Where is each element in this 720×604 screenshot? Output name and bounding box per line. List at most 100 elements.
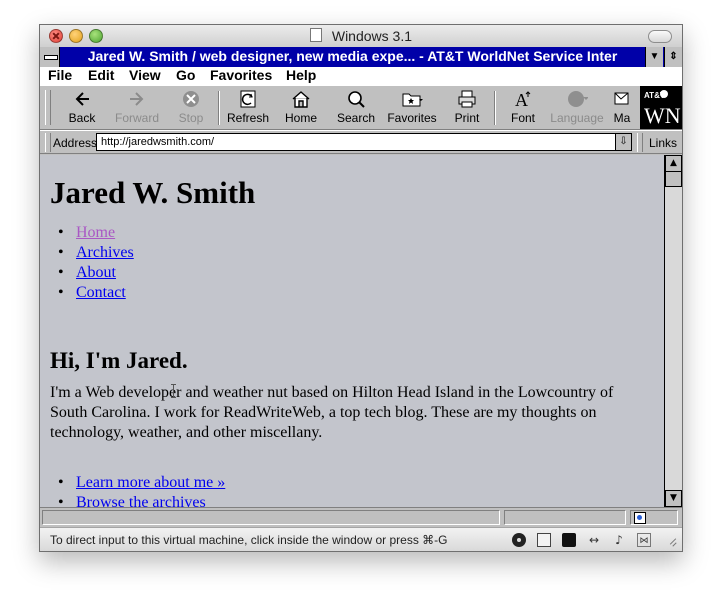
more-link-item: • Browse the archives [58,493,225,507]
toolbar-separator [218,91,220,125]
scroll-up-button[interactable]: ▲ [665,155,682,172]
favorites-label: Favorites [387,111,437,125]
language-label: Language [550,111,604,125]
search-icon [348,91,365,108]
usb-device-icon[interactable] [562,533,576,547]
print-icon [458,90,476,108]
svg-text:A: A [515,90,528,109]
menu-edit[interactable]: Edit [88,67,114,83]
site-title: Jared W. Smith [50,175,256,210]
address-bar: Address http://jaredwsmith.com/ ⇩ Links [40,130,682,154]
security-zone-pane [630,510,678,525]
language-globe-icon [568,91,588,107]
nav-link-contact[interactable]: Contact [76,284,126,301]
stop-label: Stop [178,111,204,125]
document-icon [309,28,322,42]
menu-file[interactable]: File [48,67,72,83]
favorites-icon [402,93,423,107]
list-bullet: • [58,264,64,281]
menu-view[interactable]: View [129,67,161,83]
font-label: Font [510,111,535,125]
stop-button[interactable]: Stop [164,89,218,127]
internet-zone-icon [634,512,646,524]
address-dropdown-button[interactable]: ⇩ [615,134,631,150]
worldnet-brand-large: WN [644,103,681,128]
virtual-machine-window: Windows 3.1 Jared W. Smith / web designe… [39,24,683,552]
scroll-down-button[interactable]: ▼ [665,490,682,507]
font-icon: A [515,90,531,109]
links-bar-handle[interactable] [637,133,643,152]
toolbar-toggle-button[interactable] [648,30,672,43]
scroll-thumb[interactable] [665,171,682,187]
cd-drive-icon[interactable] [512,533,526,547]
browser-restore-button[interactable]: ⇕ [664,47,682,67]
nav-item-contact: • Contact [58,283,134,303]
address-input[interactable]: http://jaredwsmith.com/ [96,133,632,151]
status-message-pane [42,510,500,525]
web-page-content: Jared W. Smith • Home • Archives • About • C… [40,155,664,507]
print-label: Print [454,111,480,125]
list-bullet: • [58,224,64,241]
att-worldnet-logo: AT&T WN [640,86,682,129]
favorites-button[interactable]: Favorites [385,89,439,127]
back-arrow-icon [75,92,89,106]
language-button[interactable]: Language [550,89,604,127]
nav-link-about[interactable]: About [76,264,116,281]
shared-folders-icon[interactable]: ⋈ [637,533,651,547]
links-button[interactable]: Links [649,136,677,150]
browser-menu-bar: File Edit View Go Favorites Help [40,67,682,87]
back-button[interactable]: Back [55,89,109,127]
search-button[interactable]: Search [329,89,383,127]
floppy-disk-icon[interactable] [537,533,551,547]
status-progress-pane [504,510,626,525]
site-navigation: • Home • Archives • About • Contact [58,223,134,303]
print-button[interactable]: Print [440,89,494,127]
address-label: Address [53,136,98,150]
forward-button[interactable]: Forward [110,89,164,127]
more-links-list: • Learn more about me » • Browse the archi… [58,473,225,507]
back-label: Back [68,111,96,125]
mail-button[interactable]: Ma [605,89,639,127]
more-link-item: • Learn more about me » [58,473,225,493]
font-button[interactable]: A Font [496,89,550,127]
intro-paragraph: I'm a Web developer and weather nut base… [50,384,614,441]
refresh-button[interactable]: Refresh [221,89,275,127]
system-menu-button[interactable] [40,47,60,67]
mail-label: Ma [613,111,631,125]
menu-help[interactable]: Help [286,67,316,83]
home-button[interactable]: Home [274,89,328,127]
nav-item-home: • Home [58,223,134,243]
home-icon [292,91,310,108]
nav-link-home[interactable]: Home [76,224,115,241]
browser-caption-bar: Jared W. Smith / web designer, new media… [40,47,682,67]
mac-window-title-wrap: Windows 3.1 [40,28,682,44]
refresh-icon [240,90,256,108]
forward-label: Forward [114,111,159,125]
nav-link-archives[interactable]: Archives [76,244,134,261]
browser-minimize-button[interactable]: ▼ [645,47,663,67]
window-resize-grip[interactable] [665,536,677,548]
att-brand-small: AT&T [644,91,665,100]
menu-favorites[interactable]: Favorites [210,67,272,83]
address-bar-handle[interactable] [45,133,51,152]
sound-icon[interactable]: ♪ [612,533,626,547]
list-bullet: • [58,494,64,507]
toolbar-drag-handle[interactable] [45,90,51,125]
list-bullet: • [58,244,64,261]
refresh-label: Refresh [226,111,270,125]
menu-go[interactable]: Go [176,67,195,83]
intro-heading: Hi, I'm Jared. [50,348,188,373]
search-label: Search [336,111,376,125]
network-icon[interactable]: ↔ [587,533,601,547]
vertical-scrollbar[interactable]: ▲ ▼ [664,155,682,507]
home-label: Home [284,111,317,125]
list-bullet: • [58,284,64,301]
browser-status-bar [40,507,682,527]
forward-arrow-icon [130,92,144,106]
text-cursor [171,384,176,398]
browse-archives-link[interactable]: Browse the archives [76,494,206,507]
learn-more-link[interactable]: Learn more about me » [76,474,225,491]
browser-toolbar: Back Forward Stop Refresh Home Search Fa… [40,86,682,130]
nav-item-archives: • Archives [58,243,134,263]
mail-icon [614,92,629,105]
